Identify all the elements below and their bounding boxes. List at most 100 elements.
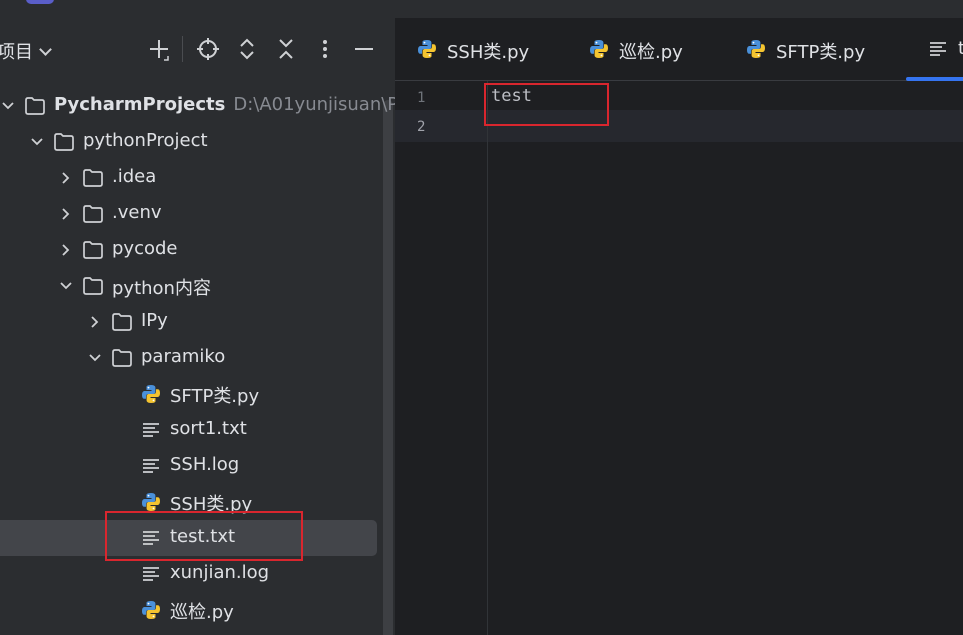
editor-tab-label: 巡检.py [619,42,683,63]
options-button[interactable] [312,36,338,62]
text-file-icon [140,563,162,585]
title-bar-strip [0,0,963,18]
editor-tab-label: SFTP类.py [776,42,866,63]
editor-tab-label: t [958,38,963,59]
tree-item-name: SFTP类.py [170,386,260,407]
minimize-icon [355,48,373,50]
tree-item-label: 巡检.py [170,598,234,624]
collapse-all-button[interactable] [273,36,299,62]
python-icon [140,383,162,405]
annotation-box-editor-text [484,83,609,126]
tree-file-row[interactable]: SFTP类.py [0,376,395,412]
folder-icon [111,347,133,369]
tree-item-label: xunjian.log [170,562,269,583]
chevron-down-icon [39,43,52,56]
plus-icon [150,40,169,61]
chevron-right-icon[interactable] [87,314,103,330]
tree-item-label: .idea [112,166,156,187]
tree-folder-row[interactable]: .idea [0,160,395,196]
tree-folder-row[interactable]: pythonProject [0,124,395,160]
chevron-down-icon[interactable] [58,278,74,294]
tree-item-name: .idea [112,166,157,187]
text-file-icon [927,38,949,60]
line-number-gutter: 1 2 [395,81,487,635]
tree-item-label: paramiko [141,346,225,367]
annotation-box-tree-test-txt [105,511,303,561]
chevron-down-icon[interactable] [29,134,45,150]
collapse-all-icon [279,39,293,59]
expand-all-button[interactable] [234,36,260,62]
folder-icon [82,203,104,225]
tree-file-row[interactable]: SSH.log [0,448,395,484]
header-divider [182,36,183,62]
editor-tab[interactable]: SFTP类.py [745,18,895,80]
project-panel-header: 项目 [0,18,395,82]
tree-item-name: xunjian.log [170,562,270,583]
folder-icon [53,131,75,153]
chevron-down-icon[interactable] [87,350,103,366]
tree-item-name: IPy [141,310,168,331]
tree-item-label: SSH.log [170,454,239,475]
tree-item-name: .venv [112,202,162,223]
tree-item-name: sort1.txt [170,418,247,439]
tree-item-name: paramiko [141,346,226,367]
active-tab-indicator [906,77,963,81]
folder-icon [82,275,104,297]
editor-tab[interactable]: SSH类.py [416,18,566,80]
tree-item-name: pycode [112,238,178,259]
python-icon [140,599,162,621]
line-number: 1 [417,90,426,106]
folder-icon [24,95,46,117]
hide-panel-button[interactable] [351,36,377,62]
tree-item-label: python内容 [112,274,211,300]
python-icon [588,38,610,60]
chevron-right-icon[interactable] [58,206,74,222]
tree-file-row[interactable]: 巡检.py [0,592,395,628]
line-number: 2 [417,119,426,135]
chevron-right-icon[interactable] [58,170,74,186]
tree-folder-row[interactable]: .venv [0,196,395,232]
python-icon [140,491,162,513]
tree-item-label: PycharmProjects D:\A01yunjisuan\Pyc [54,94,395,115]
app-logo [26,0,54,4]
editor-tab[interactable]: 巡检.py [588,18,738,80]
tree-item-name: 巡检.py [170,602,234,623]
tree-item-label: pycode [112,238,178,259]
crosshair-icon [197,38,219,60]
gutter-divider [487,81,488,635]
text-file-icon [140,455,162,477]
python-icon [416,38,438,60]
tree-item-label: pythonProject [83,130,208,151]
tree-item-label: SFTP类.py [170,382,259,408]
tree-item-path: D:\A01yunjisuan\Pyc [233,94,395,115]
tree-item-label: IPy [141,310,168,331]
editor-tab-label: SSH类.py [447,42,530,63]
tree-item-name: pythonProject [83,130,208,151]
text-file-icon [140,419,162,441]
project-panel-title[interactable]: 项目 [0,38,52,64]
locate-file-button[interactable] [195,36,221,62]
folder-icon [82,167,104,189]
tree-file-row[interactable]: xunjian.log [0,556,395,592]
tree-item-name: PycharmProjects [54,94,226,115]
editor-tab[interactable]: t [906,18,963,81]
tree-folder-row[interactable]: IPy [0,304,395,340]
python-icon [745,38,767,60]
chevron-down-icon[interactable] [0,98,16,114]
folder-icon [111,311,133,333]
new-file-button[interactable] [146,36,172,62]
tree-item-name: python内容 [112,278,211,299]
tree-item-name: SSH.log [170,454,240,475]
tree-item-label: .venv [112,202,162,223]
tree-file-row[interactable]: sort1.txt [0,412,395,448]
tree-folder-row[interactable]: paramiko [0,340,395,376]
tree-folder-row[interactable]: pycode [0,232,395,268]
more-vertical-icon [323,40,327,58]
folder-icon [82,239,104,261]
tree-folder-row[interactable]: python内容 [0,268,395,304]
chevron-right-icon[interactable] [58,242,74,258]
tree-item-label: sort1.txt [170,418,247,439]
expand-all-icon [240,38,254,60]
tree-folder-row[interactable]: PycharmProjects D:\A01yunjisuan\Pyc [0,88,395,124]
editor-tab-bar: SSH类.py 巡检.py SFTP类.py t [395,18,963,81]
